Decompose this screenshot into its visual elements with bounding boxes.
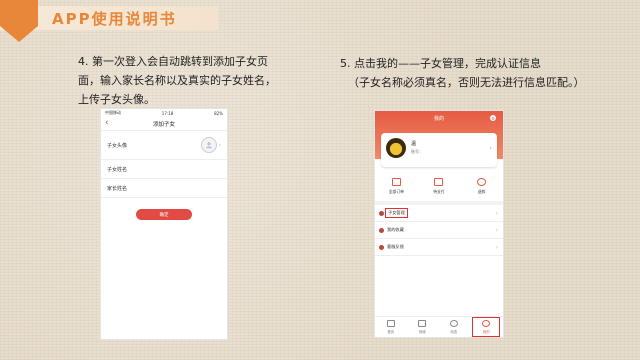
order-label: 待支付 [433,188,445,194]
carrier-label: 中国移动 [105,110,121,115]
tab-mine[interactable]: 我的 [472,317,501,337]
child-name-label: 子女姓名 [107,166,128,173]
menu-item-child-management[interactable]: 子女管理 › [375,205,503,222]
menu-item-feedback[interactable]: 客服反馈 › [375,239,503,256]
avatar [386,138,406,158]
child-name-field[interactable]: 子女姓名 [101,160,227,179]
tab-feed[interactable]: 动态 [441,318,467,336]
tab-label: 首页 [387,330,395,334]
favorite-icon [379,227,384,233]
chevron-right-icon: › [495,226,498,234]
profile-account: 账号： [411,149,423,154]
chevron-right-icon: › [495,243,498,251]
tab-label: 我的 [482,330,490,334]
order-shortcuts: 全部订单 待支付 退款 [375,171,503,205]
chevron-right-icon: › [218,141,221,149]
confirm-button[interactable]: 确定 [136,209,192,220]
all-orders-button[interactable]: 全部订单 [378,171,414,201]
refund-button[interactable]: 退款 [464,171,500,201]
header-tab [0,0,38,42]
tab-home[interactable]: 首页 [378,318,404,336]
tab-label: 商城 [418,330,426,334]
step5-line: 5. 点击我的——子女管理，完成认证信息 [340,57,541,70]
menu-label: 子女管理 [385,208,408,218]
child-avatar-row[interactable]: 子女头像 › [101,131,227,160]
page-title: APP使用说明书 [52,10,177,28]
status-bar: 中国移动 17:18 82% [101,109,227,117]
step5-note: （子女名称必须真名，否则无法进行信息匹配。） [348,76,585,89]
bottom-tab-bar: 首页 商城 动态 我的 [375,316,503,337]
orders-icon [391,177,401,186]
menu-list: 子女管理 › 我的收藏 › 客服反馈 › [375,205,503,256]
child-icon [379,210,384,216]
time-label: 17:18 [161,110,174,116]
my-title: 我的 [433,116,444,122]
gear-icon[interactable]: ⚙ [490,115,496,121]
step5-text: 5. 点击我的——子女管理，完成认证信息 （子女名称必须真名，否则无法进行信息匹… [340,54,585,92]
profile-name: 温 [411,141,417,147]
my-page-screenshot: 我的 ⚙ 温 账号： › 全部订单 待支付 退款 子女管理 › 我的收藏 › 客… [374,110,504,338]
menu-label: 客服反馈 [387,244,404,249]
menu-item-favorites[interactable]: 我的收藏 › [375,222,503,239]
user-icon [482,320,491,327]
pending-payment-button[interactable]: 待支付 [421,171,457,201]
chevron-right-icon: › [495,209,498,217]
profile-card[interactable]: 温 账号： › [381,133,497,167]
parent-name-label: 家长姓名 [107,185,128,192]
home-icon [386,320,395,327]
parent-name-field[interactable]: 家长姓名 [101,179,227,198]
tab-mall[interactable]: 商城 [409,318,435,336]
child-avatar-label: 子女头像 [107,142,128,149]
battery-label: 82% [214,110,223,116]
feed-icon [449,320,458,327]
step4-text: 4. 第一次登入会自动跳转到添加子女页面，输入家长名称以及真实的子女姓名，上传子… [78,55,276,106]
refund-icon [477,177,487,186]
service-icon [379,244,384,250]
tab-label: 动态 [450,330,458,334]
add-child-screenshot: 中国移动 17:18 82% ‹ 添加子女 子女头像 › 子女姓名 家长姓名 确… [100,108,228,340]
order-label: 退款 [477,188,486,194]
back-arrow-icon[interactable]: ‹ [105,118,109,128]
shop-icon [418,320,427,327]
nav-bar: ‹ 添加子女 [101,117,227,131]
nav-title: 添加子女 [152,121,175,128]
avatar-placeholder-icon[interactable] [200,137,217,153]
wallet-icon [434,177,444,186]
menu-label: 我的收藏 [387,227,404,232]
chevron-right-icon: › [489,144,492,152]
order-label: 全部订单 [388,188,404,194]
